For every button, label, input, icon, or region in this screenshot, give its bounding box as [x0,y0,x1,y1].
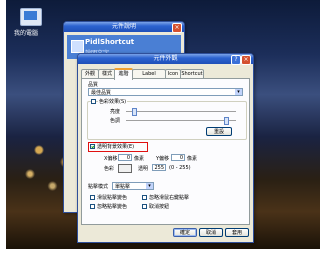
option-ignore-checkbox[interactable] [90,204,95,209]
chevron-down-icon[interactable]: ▾ [146,183,153,189]
my-computer-label: 我的電腦 [14,30,39,37]
properties-dialog[interactable]: 元件外觀 ? × 外觀 樣式 進階 Label Format Icon Shor… [77,53,254,243]
advanced-panel: 品質 最佳品質 ▾ 色彩效果(S) 亮度 色調 重設 透明背景效果(E) X偏移… [81,78,250,225]
bottom-margin [6,249,320,257]
brightness-thumb[interactable] [132,108,137,116]
back-window-titlebar[interactable]: 元件說明 × [64,22,184,33]
option-hover-checkbox[interactable] [90,195,95,200]
option-ignore-label: 忽略點擊變色 [97,204,128,210]
hue-label: 色調 [110,118,121,124]
cancel-button[interactable]: 取消 [199,228,223,237]
reset-button[interactable]: 重設 [206,127,232,136]
y-unit-label: 像素 [187,156,198,162]
alpha-label: 透明 [138,166,149,172]
screen: 我的電腦 元件說明 × PidlShortcut 說明文字 元件外觀 ? × 外… [0,0,320,257]
transparent-checkbox[interactable] [90,144,95,149]
tab-icon[interactable]: Icon [165,69,181,78]
x-offset-input[interactable]: 0 [118,154,132,161]
x-offset-label: X偏移 [104,156,118,162]
back-window-title: 元件說明 [111,23,136,30]
my-computer-desktop-icon[interactable]: 我的電腦 [14,8,48,37]
x-unit-label: 像素 [134,156,145,162]
close-icon[interactable]: × [241,55,251,65]
quality-select[interactable]: 最佳品質 ▾ [88,88,243,96]
back-window-band-title: PidlShortcut [85,38,135,46]
color-effect-checkbox[interactable] [91,99,96,104]
click-mode-value: 單點擊 [115,184,131,190]
ok-button[interactable]: 確定 [173,228,197,237]
apply-button[interactable]: 套用 [225,228,249,237]
shadow-color-label: 色彩 [104,166,115,172]
dialog-titlebar[interactable]: 元件外觀 ? × [78,54,253,65]
quality-label: 品質 [88,82,99,88]
computer-icon [20,8,42,26]
tab-shortcut[interactable]: Shortcut [180,69,204,78]
close-icon[interactable]: × [172,23,182,33]
y-offset-label: Y偏移 [156,156,170,162]
help-icon[interactable]: ? [231,55,241,65]
click-mode-label: 點擊模式 [88,184,109,190]
tab-advanced[interactable]: 進階 [114,68,133,80]
dialog-title: 元件外觀 [153,55,178,62]
quality-value: 最佳品質 [91,90,112,96]
option-ignore-right-label: 忽略滑鼠右鍵點擊 [149,195,190,201]
option-cancel-checkbox[interactable] [142,204,147,209]
alpha-input[interactable]: 255 [152,164,166,171]
brightness-slider[interactable] [126,108,236,116]
tab-appearance[interactable]: 外觀 [81,69,99,78]
brightness-label: 亮度 [110,109,121,115]
option-ignore-right-checkbox[interactable] [142,195,147,200]
hue-thumb[interactable] [224,117,229,125]
alpha-range-label: (0 - 255) [169,165,191,171]
chevron-down-icon[interactable]: ▾ [235,89,242,95]
shadow-color-swatch[interactable] [118,164,132,173]
hue-slider[interactable] [126,117,236,125]
transparent-label: 透明背景效果(E) [97,144,135,150]
color-effect-label: 色彩效果(S) [98,98,128,105]
y-offset-input[interactable]: 0 [171,154,185,161]
tab-label-format[interactable]: Label Format [132,69,166,85]
option-hover-label: 滑鼠點擊變色 [97,195,128,201]
click-mode-select[interactable]: 單點擊 ▾ [112,182,154,190]
tab-strip: 外觀 樣式 進階 Label Format Icon Shortcut [81,68,250,85]
option-cancel-label: 取消按鈕 [149,204,170,210]
shortcut-icon [71,40,84,53]
